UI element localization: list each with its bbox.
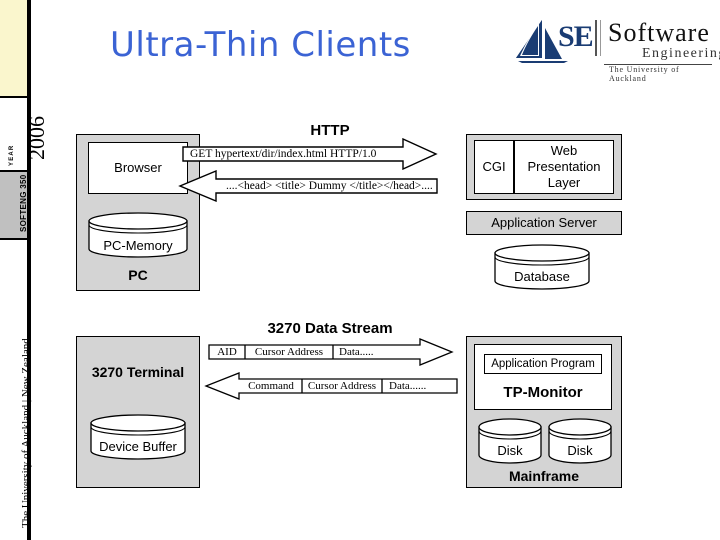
cgi-box: CGI [474, 140, 514, 194]
logo-software-text: Software [608, 18, 710, 47]
pc-caption: PC [128, 267, 148, 283]
database-label: Database [514, 269, 570, 284]
database-cylinder: Database [494, 244, 590, 290]
sidebar-cream-block [0, 0, 27, 98]
mainframe-caption: Mainframe [508, 468, 580, 484]
logo-divider-2 [600, 20, 601, 56]
device-buffer-cylinder: Device Buffer [90, 414, 186, 460]
device-buffer-label: Device Buffer [99, 439, 177, 454]
wpl-line-2: Presentation [527, 158, 601, 174]
sidebar-divider-mid [0, 170, 27, 172]
pc-memory-cylinder: PC-Memory [88, 212, 188, 258]
logo-tagline: The University of Auckland [609, 65, 680, 83]
sidebar-year-number: 2006 [24, 116, 49, 160]
outbound-cell-1: Cursor Address [307, 380, 377, 392]
outbound-cell-2: Data...... [389, 380, 427, 392]
se-logo: SE Software Engineering The University o… [512, 16, 720, 83]
inbound-cell-0: AID [217, 346, 237, 358]
terminal-container [76, 336, 200, 488]
http-request-text: GET hypertext/dir/index.html HTTP/1.0 [190, 148, 377, 160]
wpl-line-3: Layer [547, 175, 581, 191]
browser-box: Browser [88, 142, 188, 194]
sidebar-course-code: SOFTENG 350 [19, 174, 28, 232]
web-presentation-layer-label: Web Presentation Layer [528, 143, 601, 192]
sidebar-divider-top [0, 96, 27, 98]
slide-canvas: 2006 YEAR SOFTENG 350 The University of … [0, 0, 720, 540]
datastream-inbound-arrow: AID Cursor Address Data..... [208, 338, 454, 366]
inbound-cell-1: Cursor Address [254, 346, 324, 358]
application-server-box: Application Server [466, 211, 622, 235]
datastream-outbound-arrow: Command Cursor Address Data...... [204, 372, 458, 400]
http-response-arrow: ....<head> <title> Dummy </title></head>… [178, 170, 438, 202]
cgi-label: CGI [482, 158, 506, 174]
disk1-cylinder: Disk [478, 418, 542, 464]
left-sidebar: 2006 YEAR SOFTENG 350 The University of … [0, 0, 49, 540]
http-protocol-title: HTTP [310, 122, 350, 139]
sidebar-university-label: The University of Auckland | New Zealand [20, 338, 32, 528]
disk1-label: Disk [497, 443, 523, 458]
inbound-cell-2: Data..... [339, 346, 374, 358]
outbound-cell-0: Command [248, 380, 294, 392]
wpl-line-1: Web [550, 142, 578, 158]
disk2-label: Disk [567, 443, 593, 458]
web-presentation-layer-box: Web Presentation Layer [514, 140, 614, 194]
tp-monitor-label: TP-Monitor [503, 384, 583, 401]
sidebar-year-label: YEAR [9, 144, 15, 166]
sidebar-divider-bottom [0, 238, 27, 240]
page-title: Ultra-Thin Clients [110, 25, 411, 65]
logo-divider-1 [595, 20, 597, 56]
terminal-caption: 3270 Terminal [91, 364, 185, 380]
http-response-text: ....<head> <title> Dummy </title></head>… [226, 180, 433, 192]
logo-engineering-text: Engineering [642, 46, 720, 61]
application-program-label: Application Program [491, 357, 595, 370]
application-server-label: Application Server [491, 214, 597, 230]
logo-se-text: SE [558, 20, 594, 53]
browser-label: Browser [114, 159, 162, 175]
http-request-arrow: GET hypertext/dir/index.html HTTP/1.0 [182, 138, 438, 170]
disk2-cylinder: Disk [548, 418, 612, 464]
application-program-box: Application Program [484, 354, 602, 374]
pc-memory-label: PC-Memory [103, 238, 173, 253]
datastream-protocol-title: 3270 Data Stream [267, 320, 393, 337]
